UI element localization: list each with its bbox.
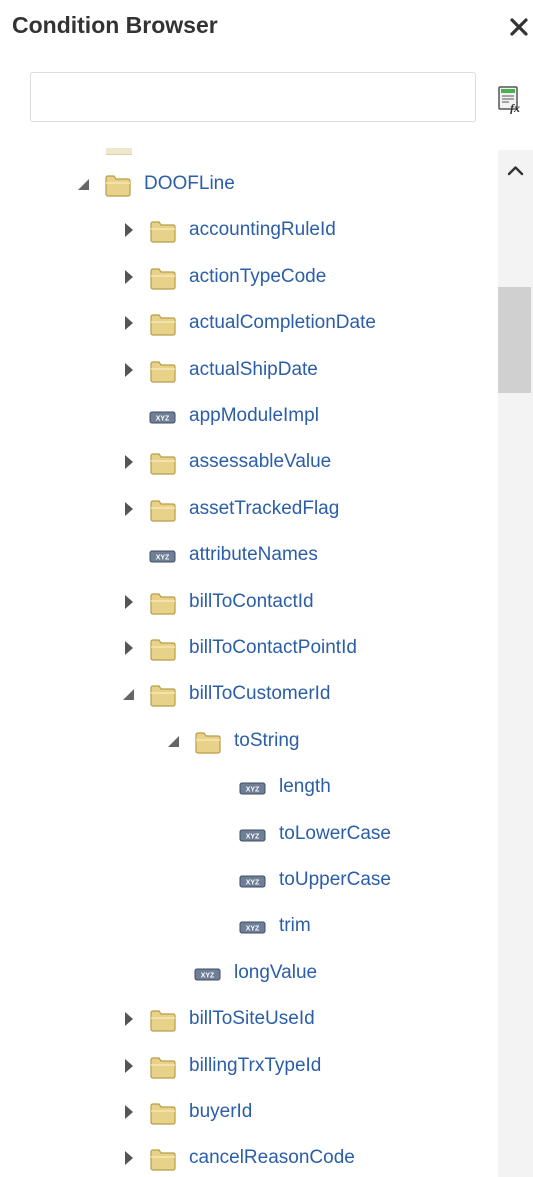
tree-node-leaf[interactable]: XYZ length xyxy=(0,773,495,803)
expanded-triangle-icon[interactable] xyxy=(120,680,136,710)
collapsed-triangle-icon[interactable] xyxy=(121,216,137,246)
tree-node-folder[interactable]: toString xyxy=(0,727,495,757)
tree-node-label[interactable]: billToContactId xyxy=(189,591,314,613)
close-icon[interactable] xyxy=(506,14,532,40)
tree-node-label[interactable]: accountingRuleId xyxy=(189,219,336,241)
collapsed-triangle-icon[interactable] xyxy=(121,1098,137,1128)
folder-icon xyxy=(149,311,177,342)
scrollbar-thumb[interactable] xyxy=(498,287,531,393)
collapsed-triangle-icon[interactable] xyxy=(121,1005,137,1035)
tree-node-folder[interactable]: actionTypeCode xyxy=(0,263,495,293)
tree-node-label[interactable]: assessableValue xyxy=(189,451,331,473)
tree-node-folder[interactable]: billToContactId xyxy=(0,588,495,618)
folder-icon xyxy=(149,1100,177,1131)
tree-node-folder[interactable]: billToCustomerId xyxy=(0,680,495,710)
panel-title: Condition Browser xyxy=(12,12,218,38)
tree-node-label[interactable]: DOOFLine xyxy=(144,173,235,195)
collapsed-triangle-icon[interactable] xyxy=(121,448,137,478)
tree-node-label[interactable]: billingTrxTypeId xyxy=(189,1055,321,1077)
folder-icon xyxy=(149,590,177,621)
tree-node-folder[interactable]: DOOFLine xyxy=(0,170,495,200)
tree-node-leaf[interactable]: XYZ appModuleImpl xyxy=(0,402,495,432)
tree-node-label[interactable]: appModuleImpl xyxy=(189,405,319,427)
collapsed-triangle-icon[interactable] xyxy=(121,1144,137,1174)
tree-node-label[interactable]: trim xyxy=(279,915,311,937)
tree-node-label[interactable]: actualShipDate xyxy=(189,359,318,381)
expanded-triangle-icon[interactable] xyxy=(75,170,91,200)
tree-node-leaf[interactable]: XYZ trim xyxy=(0,912,495,942)
tree-node-label[interactable]: toLowerCase xyxy=(279,823,391,845)
folder-icon xyxy=(149,497,177,528)
tree-node-label[interactable]: billToContactPointId xyxy=(189,637,357,659)
vertical-scrollbar[interactable] xyxy=(498,150,533,1177)
svg-text:fx: fx xyxy=(510,101,520,114)
chevron-up-icon[interactable] xyxy=(498,158,533,182)
collapsed-triangle-icon[interactable] xyxy=(121,495,137,525)
folder-icon xyxy=(149,1054,177,1085)
attribute-icon: XYZ xyxy=(149,404,177,435)
folder-icon xyxy=(149,1007,177,1038)
partial-folder-icon xyxy=(106,148,132,155)
collapsed-triangle-icon[interactable] xyxy=(121,634,137,664)
folder-icon xyxy=(149,265,177,296)
tree-node-folder[interactable]: assetTrackedFlag xyxy=(0,495,495,525)
collapsed-triangle-icon[interactable] xyxy=(121,588,137,618)
tree-node-label[interactable]: billToCustomerId xyxy=(189,683,331,705)
tree-node-label[interactable]: toUpperCase xyxy=(279,869,391,891)
tree-node-folder[interactable]: accountingRuleId xyxy=(0,216,495,246)
expanded-triangle-icon[interactable] xyxy=(165,727,181,757)
collapsed-triangle-icon[interactable] xyxy=(121,356,137,386)
tree-node-label[interactable]: toString xyxy=(234,730,299,752)
folder-icon xyxy=(149,636,177,667)
tree-node-label[interactable]: billToSiteUseId xyxy=(189,1008,315,1030)
svg-text:XYZ: XYZ xyxy=(156,555,170,562)
folder-icon xyxy=(149,450,177,481)
tree-node-folder[interactable]: assessableValue xyxy=(0,448,495,478)
folder-icon xyxy=(194,729,222,760)
tree-node-label[interactable]: buyerId xyxy=(189,1101,252,1123)
collapsed-triangle-icon[interactable] xyxy=(121,1052,137,1082)
attribute-icon: XYZ xyxy=(239,775,267,806)
tree-node-folder[interactable]: billToContactPointId xyxy=(0,634,495,664)
tree-node-leaf[interactable]: XYZ attributeNames xyxy=(0,541,495,571)
tree-node-leaf[interactable]: XYZ toUpperCase xyxy=(0,866,495,896)
tree-node-leaf[interactable]: XYZ toLowerCase xyxy=(0,820,495,850)
folder-icon xyxy=(149,1146,177,1177)
tree-node-leaf[interactable]: XYZ longValue xyxy=(0,959,495,989)
tree-node-folder[interactable]: cancelReasonCode xyxy=(0,1144,495,1174)
tree-node-label[interactable]: longValue xyxy=(234,962,317,984)
attribute-icon: XYZ xyxy=(239,914,267,945)
tree-node-label[interactable]: attributeNames xyxy=(189,544,318,566)
collapsed-triangle-icon[interactable] xyxy=(121,263,137,293)
attribute-icon: XYZ xyxy=(149,543,177,574)
folder-icon xyxy=(104,172,132,203)
svg-text:XYZ: XYZ xyxy=(246,880,260,887)
svg-text:XYZ: XYZ xyxy=(156,416,170,423)
svg-text:XYZ: XYZ xyxy=(246,787,260,794)
attribute-icon: XYZ xyxy=(239,822,267,853)
tree-node-label[interactable]: assetTrackedFlag xyxy=(189,498,339,520)
tree-node-folder[interactable]: billToSiteUseId xyxy=(0,1005,495,1035)
svg-text:XYZ: XYZ xyxy=(201,972,215,979)
condition-tree: DOOFLine accountingRuleId actionTypeCode ac… xyxy=(0,148,495,1177)
svg-text:XYZ: XYZ xyxy=(246,833,260,840)
tree-node-label[interactable]: length xyxy=(279,776,331,798)
tree-node-label[interactable]: cancelReasonCode xyxy=(189,1147,355,1169)
folder-icon xyxy=(149,218,177,249)
search-input[interactable] xyxy=(30,72,476,122)
tree-node-label[interactable]: actionTypeCode xyxy=(189,266,326,288)
folder-icon xyxy=(149,358,177,389)
tree-node-folder[interactable]: buyerId xyxy=(0,1098,495,1128)
tree-node-folder[interactable]: billingTrxTypeId xyxy=(0,1052,495,1082)
collapsed-triangle-icon[interactable] xyxy=(121,309,137,339)
tree-node-label[interactable]: actualCompletionDate xyxy=(189,312,376,334)
tree-node-folder[interactable]: actualShipDate xyxy=(0,356,495,386)
attribute-icon: XYZ xyxy=(239,868,267,899)
folder-icon xyxy=(149,682,177,713)
attribute-icon: XYZ xyxy=(194,961,222,992)
svg-text:XYZ: XYZ xyxy=(246,926,260,933)
expression-builder-icon[interactable]: fx xyxy=(497,86,525,115)
tree-node-folder[interactable]: actualCompletionDate xyxy=(0,309,495,339)
